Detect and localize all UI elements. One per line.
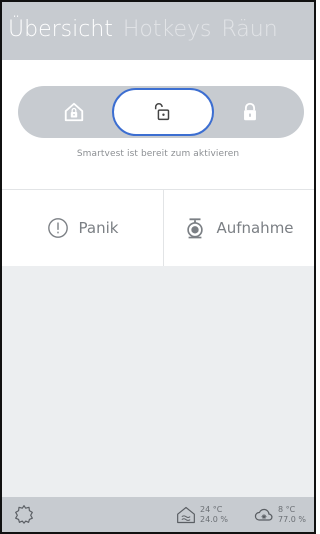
- alert-circle-icon: [47, 218, 68, 238]
- settings-button[interactable]: [14, 504, 34, 524]
- tab-rooms[interactable]: Räun: [222, 16, 278, 44]
- gear-icon: [15, 505, 33, 524]
- indoor-temperature: 24 °C: [200, 505, 223, 514]
- lock-icon: [244, 102, 256, 121]
- content-area: [2, 266, 314, 497]
- header-tabs-bar: Übersicht Hotkeys Räun: [2, 2, 314, 60]
- home-lock-icon: [64, 102, 84, 122]
- indoor-humidity: 24.0 %: [200, 515, 228, 524]
- mode-locked-button[interactable]: [202, 86, 298, 138]
- unlock-icon: [154, 103, 170, 121]
- status-footer: 24 °C 24.0 % 8 °C 77.0 %: [2, 497, 314, 532]
- camera-icon: [187, 218, 204, 239]
- record-button[interactable]: Aufnahme: [164, 190, 314, 266]
- outdoor-humidity: 77.0 %: [278, 515, 306, 524]
- tab-hotkeys[interactable]: Hotkeys: [123, 16, 212, 44]
- outdoor-climate: 8 °C 77.0 %: [254, 501, 306, 529]
- panic-button[interactable]: Panik: [2, 190, 163, 266]
- mode-home-lock-button[interactable]: [26, 86, 122, 138]
- cloud-weather-icon: [254, 508, 273, 521]
- arming-mode-control: [18, 86, 304, 138]
- indoor-climate-icon: [177, 506, 195, 524]
- mode-unlocked-button[interactable]: [112, 88, 214, 136]
- tab-overview[interactable]: Übersicht: [8, 16, 113, 44]
- record-label: Aufnahme: [216, 219, 294, 237]
- indoor-climate: 24 °C 24.0 %: [176, 501, 228, 529]
- quick-actions-row: Panik Aufnahme: [2, 190, 314, 266]
- outdoor-temperature: 8 °C: [278, 505, 296, 514]
- panic-label: Panik: [78, 219, 119, 237]
- system-status-text: Smartvest ist bereit zum aktivieren: [76, 149, 240, 159]
